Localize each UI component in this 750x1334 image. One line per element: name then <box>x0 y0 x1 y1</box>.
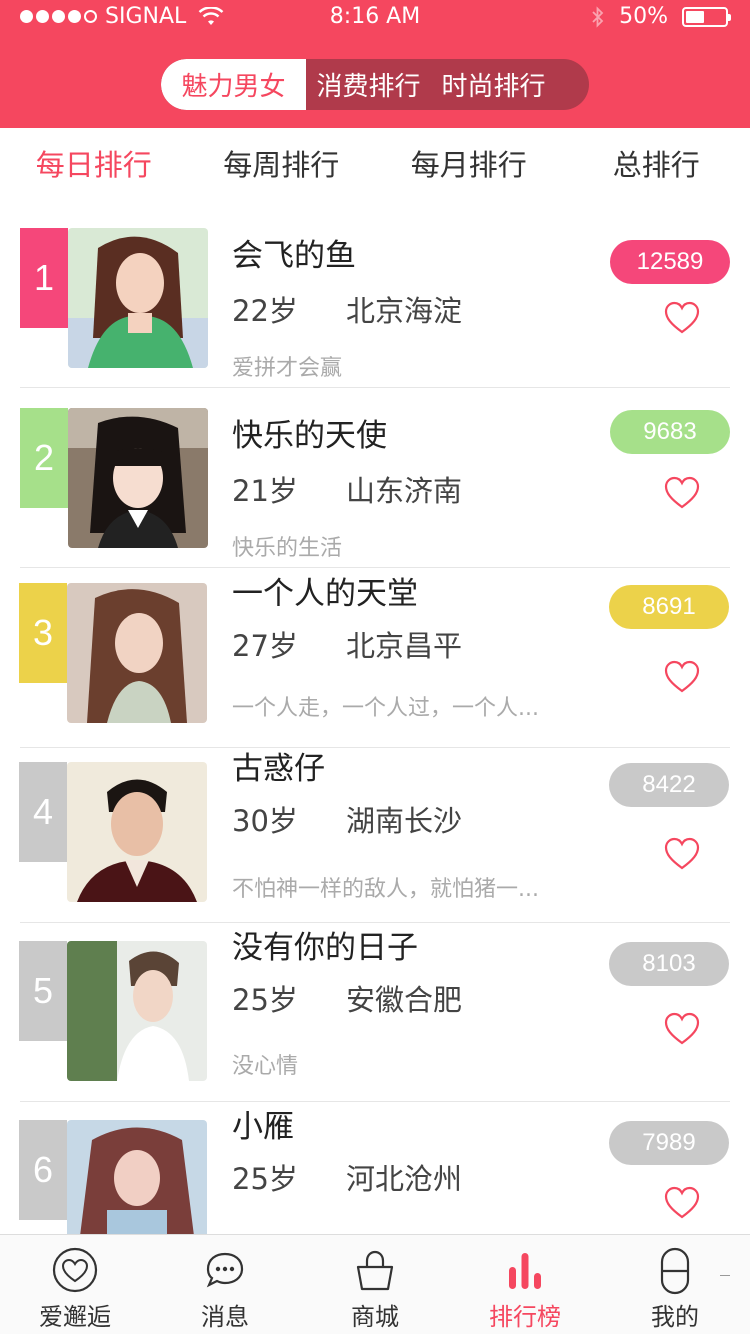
heart-icon[interactable] <box>664 660 700 694</box>
user-age: 21岁 <box>232 474 298 508</box>
heart-icon[interactable] <box>664 476 700 510</box>
tab-shop[interactable]: 商城 <box>300 1235 450 1334</box>
user-name[interactable]: 没有你的日子 <box>232 922 418 967</box>
avatar-photo-4 <box>67 762 207 902</box>
bottom-tab-bar: 爱邂逅 消息 商城 排行榜 我的 <box>0 1234 750 1334</box>
user-name[interactable]: 快乐的天使 <box>232 410 387 455</box>
status-bar: SIGNAL 8:16 AM 50% <box>0 0 750 40</box>
category-segmented-control: 魅力男女 消费排行 时尚排行 <box>161 59 589 110</box>
user-city: 北京海淀 <box>346 294 463 328</box>
rank-number: 1 <box>20 228 68 328</box>
header: SIGNAL 8:16 AM 50% 魅力男女 消费排行 时尚排行 <box>0 0 750 128</box>
user-motto: 快乐的生活 <box>232 536 343 561</box>
user-motto: 没心情 <box>232 1054 299 1079</box>
heart-circle-icon <box>52 1247 98 1293</box>
rank-number: 3 <box>19 583 67 683</box>
battery-percent: 50% <box>619 4 668 29</box>
avatar[interactable] <box>67 1120 207 1234</box>
user-age: 25岁 <box>232 983 298 1017</box>
segment-charm[interactable]: 魅力男女 <box>161 59 306 110</box>
user-age: 25岁 <box>232 1162 298 1196</box>
tab-encounter[interactable]: 爱邂逅 <box>0 1235 150 1334</box>
ranking-row[interactable]: 2 快乐的天使 21岁 山东济南 快乐的生活 9683 <box>20 388 730 568</box>
heart-icon[interactable] <box>664 837 700 871</box>
avatar[interactable] <box>67 583 207 723</box>
ranking-row[interactable]: 1 会飞的鱼 22岁 北京海淀 爱拼才会赢 12589 <box>20 208 730 388</box>
tab-ranking[interactable]: 排行榜 <box>450 1235 600 1334</box>
avatar[interactable] <box>68 228 208 368</box>
user-name[interactable]: 小雁 <box>232 1101 294 1146</box>
avatar[interactable] <box>67 941 207 1081</box>
ranking-row[interactable]: 4 古惑仔 30岁 湖南长沙 不怕神一样的敌人，就怕猪一... 8422 <box>19 743 730 923</box>
tab-label: 商城 <box>351 1303 399 1331</box>
shopping-bag-icon <box>356 1250 394 1291</box>
divider <box>720 1275 730 1276</box>
battery-icon <box>682 6 731 27</box>
tab-daily[interactable]: 每日排行 <box>0 128 188 198</box>
score-badge: 8103 <box>609 942 729 986</box>
heart-icon[interactable] <box>664 301 700 335</box>
user-age: 22岁 <box>232 294 298 328</box>
tab-weekly[interactable]: 每周排行 <box>188 128 376 198</box>
person-icon <box>660 1247 690 1295</box>
rank-number: 5 <box>19 941 67 1041</box>
user-motto: 一个人走，一个人过，一个人... <box>232 696 539 721</box>
avatar-photo-6 <box>67 1120 207 1234</box>
user-city: 河北沧州 <box>346 1162 463 1196</box>
ranking-row[interactable]: 5 没有你的日子 25岁 安徽合肥 没心情 8103 <box>19 922 730 1102</box>
tab-me[interactable]: 我的 <box>600 1235 750 1334</box>
segment-fashion[interactable]: 时尚排行 <box>431 59 556 110</box>
avatar[interactable] <box>67 762 207 902</box>
score-badge: 7989 <box>609 1121 729 1165</box>
ranking-list: 1 会飞的鱼 22岁 北京海淀 爱拼才会赢 12589 2 快乐的天使 21岁 … <box>0 198 750 1234</box>
avatar-photo-5 <box>67 941 207 1081</box>
user-name[interactable]: 会飞的鱼 <box>232 230 356 275</box>
avatar-photo-3 <box>67 583 207 723</box>
status-right: 50% <box>591 4 731 29</box>
avatar[interactable] <box>68 408 208 548</box>
ranking-row[interactable]: 3 一个人的天堂 27岁 北京昌平 一个人走，一个人过，一个人... 8691 <box>19 568 730 748</box>
score-badge: 8691 <box>609 585 729 629</box>
ranking-row[interactable]: 6 小雁 25岁 河北沧州 7989 <box>19 1101 730 1234</box>
tab-messages[interactable]: 消息 <box>150 1235 300 1334</box>
score-badge: 9683 <box>610 410 730 454</box>
score-badge: 8422 <box>609 763 729 807</box>
user-motto: 不怕神一样的敌人，就怕猪一... <box>232 877 539 902</box>
bluetooth-icon <box>592 5 604 28</box>
rank-number: 4 <box>19 762 67 862</box>
period-tabs: 每日排行 每周排行 每月排行 总排行 <box>0 128 750 198</box>
tab-label: 消息 <box>201 1303 249 1331</box>
avatar-photo-2 <box>68 408 208 548</box>
user-age: 27岁 <box>232 629 298 663</box>
user-age: 30岁 <box>232 804 298 838</box>
avatar-photo-1 <box>68 228 208 368</box>
rank-number: 6 <box>19 1120 67 1220</box>
user-city: 安徽合肥 <box>346 983 463 1017</box>
segment-spending[interactable]: 消费排行 <box>306 59 431 110</box>
rank-number: 2 <box>20 408 68 508</box>
user-city: 湖南长沙 <box>346 804 463 838</box>
tab-label: 我的 <box>651 1303 699 1331</box>
tab-label: 排行榜 <box>489 1303 561 1331</box>
tab-label: 爱邂逅 <box>39 1303 111 1331</box>
tab-monthly[interactable]: 每月排行 <box>375 128 563 198</box>
user-name[interactable]: 古惑仔 <box>232 743 325 788</box>
bar-chart-icon <box>509 1253 541 1289</box>
user-city: 山东济南 <box>346 474 463 508</box>
user-name[interactable]: 一个人的天堂 <box>232 568 418 613</box>
heart-icon[interactable] <box>664 1012 700 1046</box>
user-motto: 爱拼才会赢 <box>232 356 343 381</box>
user-city: 北京昌平 <box>346 629 463 663</box>
tab-overall[interactable]: 总排行 <box>563 128 750 198</box>
heart-icon[interactable] <box>664 1186 700 1220</box>
chat-bubbles-icon <box>206 1252 244 1288</box>
score-badge: 12589 <box>610 240 730 284</box>
